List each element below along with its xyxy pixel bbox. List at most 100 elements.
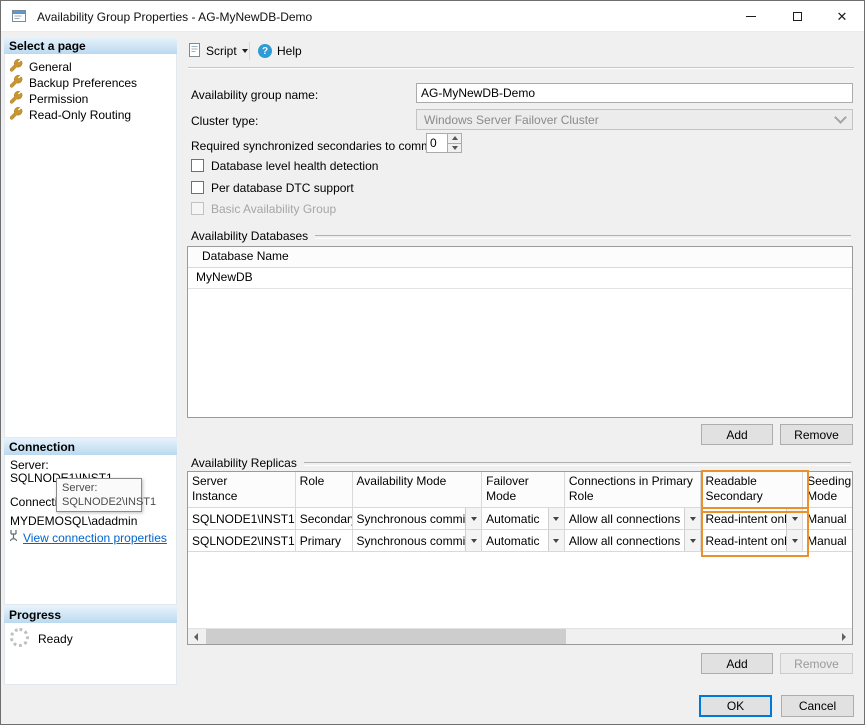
scroll-left-button[interactable] xyxy=(188,629,204,644)
replica-row[interactable]: SQLNODE2\INST1 Primary Synchronous commi… xyxy=(188,530,852,552)
sidebar-item-read-only-routing[interactable]: Read-Only Routing xyxy=(9,106,132,123)
close-button[interactable]: ✕ xyxy=(819,1,864,31)
server-instance-cell[interactable]: SQLNODE2\INST1 xyxy=(188,530,296,552)
role-cell[interactable]: Primary xyxy=(295,530,353,552)
availability-mode-dropdown[interactable]: Synchronous commit xyxy=(352,530,483,552)
wrench-icon xyxy=(9,106,23,123)
chevron-down-icon[interactable] xyxy=(786,508,803,529)
horizontal-scrollbar[interactable] xyxy=(188,628,852,644)
server-instance-cell[interactable]: SQLNODE1\INST1 xyxy=(188,508,296,530)
seeding-mode-cell[interactable]: Manual xyxy=(803,508,852,530)
script-label: Script xyxy=(206,44,237,58)
readable-secondary-dropdown[interactable]: Read-intent only xyxy=(701,508,804,530)
minimize-button[interactable] xyxy=(728,1,774,31)
databases-group-header: Availability Databases xyxy=(191,229,851,243)
availability-group-properties-dialog: Availability Group Properties - AG-MyNew… xyxy=(0,0,865,725)
replica-row[interactable]: SQLNODE1\INST1 Secondary Synchronous com… xyxy=(188,508,852,530)
chevron-down-icon[interactable] xyxy=(786,530,803,551)
failover-mode-dropdown[interactable]: Automatic xyxy=(482,508,565,530)
stepper-up-button[interactable] xyxy=(448,133,462,144)
chevron-down-icon[interactable] xyxy=(465,530,482,551)
chevron-down-icon[interactable] xyxy=(684,508,701,529)
availability-mode-dropdown[interactable]: Synchronous commit xyxy=(352,508,483,530)
select-a-page-header: Select a page xyxy=(4,37,177,54)
required-secondaries-input[interactable] xyxy=(426,133,448,153)
down-arrow-icon xyxy=(451,145,458,150)
readable-secondary-dropdown[interactable]: Read-intent only xyxy=(701,530,804,552)
required-secondaries-label: Required synchronized secondaries to com… xyxy=(191,139,441,153)
required-secondaries-stepper[interactable] xyxy=(426,133,462,153)
view-connection-properties-link[interactable]: View connection properties xyxy=(23,531,167,545)
script-button[interactable]: Script xyxy=(189,39,248,63)
window-title: Availability Group Properties - AG-MyNew… xyxy=(37,10,313,24)
progress-status: Ready xyxy=(38,632,73,646)
basic-ag-checkbox-label: Basic Availability Group xyxy=(211,202,337,216)
replicas-add-button[interactable]: Add xyxy=(701,653,773,674)
availability-mode-value: Synchronous commit xyxy=(356,533,466,548)
connections-dropdown[interactable]: Allow all connections xyxy=(564,508,702,530)
tooltip-line2: SQLNODE2\INST1 xyxy=(62,496,157,508)
help-label: Help xyxy=(277,44,302,58)
ag-name-input[interactable] xyxy=(416,83,853,103)
left-arrow-icon xyxy=(194,632,198,641)
chevron-down-icon[interactable] xyxy=(547,508,564,529)
databases-remove-button[interactable]: Remove xyxy=(780,424,853,445)
maximize-button[interactable] xyxy=(774,1,820,31)
cancel-button[interactable]: Cancel xyxy=(781,695,854,717)
readable-secondary-value: Read-intent only xyxy=(705,511,787,526)
window-icon xyxy=(11,8,27,24)
script-icon xyxy=(189,42,201,60)
sidebar-item-label: Permission xyxy=(29,91,89,106)
col-readable-secondary-header: Readable Secondary xyxy=(701,472,804,508)
sidebar-item-label: Backup Preferences xyxy=(29,75,138,90)
sidebar-item-general[interactable]: General xyxy=(9,58,72,75)
seeding-mode-cell[interactable]: Manual xyxy=(803,530,852,552)
readable-secondary-value: Read-intent only xyxy=(705,533,787,548)
db-health-checkbox-label: Database level health detection xyxy=(211,159,379,173)
databases-add-button[interactable]: Add xyxy=(701,424,773,445)
chevron-down-icon[interactable] xyxy=(684,530,701,551)
replicas-group-header: Availability Replicas xyxy=(191,456,851,470)
database-row[interactable]: MyNewDB xyxy=(188,268,852,289)
replicas-group-label: Availability Replicas xyxy=(191,456,297,470)
databases-group-label: Availability Databases xyxy=(191,229,309,243)
wrench-icon xyxy=(9,90,23,107)
scroll-right-button[interactable] xyxy=(836,629,852,644)
chevron-down-icon[interactable] xyxy=(465,508,482,529)
sidebar-item-backup-preferences[interactable]: Backup Preferences xyxy=(9,74,138,90)
scrollbar-thumb[interactable] xyxy=(206,629,566,644)
ok-button[interactable]: OK xyxy=(699,695,772,717)
add-button-label: Add xyxy=(726,427,748,442)
col-server-instance-header: Server Instance xyxy=(188,472,296,508)
chevron-down-icon xyxy=(834,111,847,124)
stepper-down-button[interactable] xyxy=(448,143,462,153)
sidebar-item-label: Read-Only Routing xyxy=(29,107,132,122)
group-divider-line xyxy=(315,235,851,239)
help-button[interactable]: ? Help xyxy=(258,39,302,63)
title-bar[interactable]: Availability Group Properties - AG-MyNew… xyxy=(1,1,864,32)
db-health-checkbox[interactable] xyxy=(191,159,204,172)
failover-mode-dropdown[interactable]: Automatic xyxy=(482,530,565,552)
cluster-type-label: Cluster type: xyxy=(191,114,259,128)
chevron-down-icon xyxy=(241,49,248,53)
wrench-icon xyxy=(9,58,23,75)
connection-header: Connection xyxy=(4,438,177,455)
maximize-icon xyxy=(792,11,802,21)
replicas-header-row: Server Instance Role Availability Mode F… xyxy=(188,472,852,508)
failover-mode-value: Automatic xyxy=(486,511,540,526)
connections-value: Allow all connections xyxy=(568,511,681,526)
col-availability-mode-header: Availability Mode xyxy=(352,472,483,508)
role-cell[interactable]: Secondary xyxy=(295,508,353,530)
progress-panel xyxy=(4,623,177,685)
cluster-type-dropdown: Windows Server Failover Cluster xyxy=(416,109,853,130)
dtc-support-checkbox-label: Per database DTC support xyxy=(211,181,354,195)
ag-name-label: Availability group name: xyxy=(191,88,319,102)
dtc-support-checkbox[interactable] xyxy=(191,181,204,194)
chevron-down-icon[interactable] xyxy=(547,530,564,551)
failover-mode-value: Automatic xyxy=(486,533,540,548)
sidebar-item-permission[interactable]: Permission xyxy=(9,90,89,107)
replicas-remove-button: Remove xyxy=(780,653,853,674)
scrollbar-track[interactable] xyxy=(204,629,836,644)
connections-dropdown[interactable]: Allow all connections xyxy=(564,530,702,552)
connection-value: MYDEMOSQL\adadmin xyxy=(10,514,138,528)
